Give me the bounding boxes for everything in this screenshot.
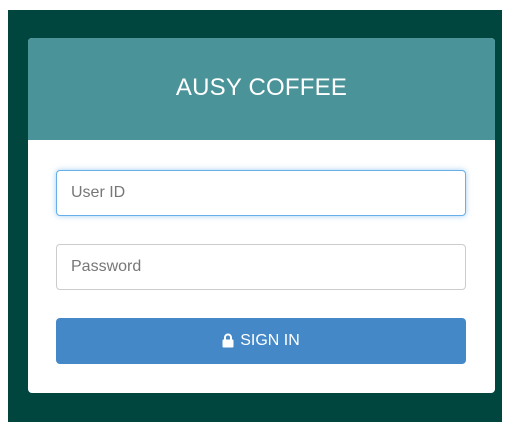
user-id-input[interactable] (56, 170, 466, 216)
app-title: AUSY COFFEE (175, 74, 348, 101)
login-header: AUSY COFFEE (28, 38, 495, 140)
lock-icon (222, 333, 234, 348)
sign-in-button[interactable]: SIGN IN (56, 318, 466, 364)
password-input[interactable] (56, 244, 466, 290)
sign-in-label: SIGN IN (240, 332, 300, 349)
login-card: AUSY COFFEE SIGN IN (28, 38, 495, 393)
